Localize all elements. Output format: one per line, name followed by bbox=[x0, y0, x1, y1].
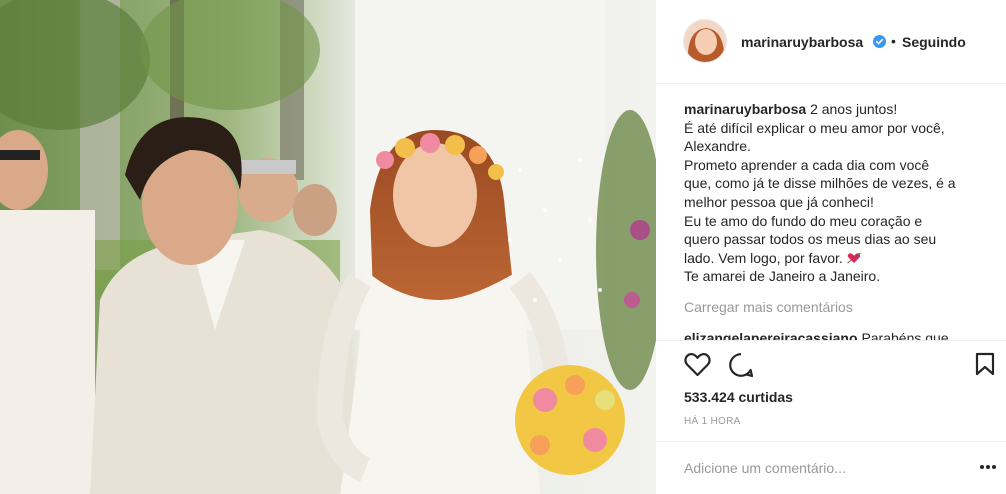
wedding-photo-illustration bbox=[0, 0, 656, 494]
avatar[interactable] bbox=[683, 19, 727, 63]
caption-text-line: Prometo aprender a cada dia com você bbox=[684, 156, 930, 173]
post-header: marinaruybarbosa • Seguindo bbox=[656, 0, 1006, 84]
caption-text-line: lado. Vem logo, por favor. bbox=[684, 249, 843, 266]
caption-text-line: Alexandre. bbox=[684, 138, 751, 155]
caption-text-line: Eu te amo do fundo do meu coração e bbox=[684, 212, 923, 229]
caption-line-with-emoji: lado. Vem logo, por favor. bbox=[684, 249, 984, 268]
more-options-icon[interactable] bbox=[979, 464, 997, 470]
post-author-username[interactable]: marinaruybarbosa bbox=[741, 34, 863, 50]
avatar-image bbox=[684, 20, 726, 62]
caption-text-line: Te amarei de Janeiro a Janeiro. bbox=[684, 268, 881, 285]
load-more-comments-link[interactable]: Carregar mais comentários bbox=[684, 299, 853, 315]
caption-username[interactable]: marinaruybarbosa bbox=[684, 101, 806, 117]
following-button[interactable]: Seguindo bbox=[902, 34, 966, 50]
caption-first-line: marinaruybarbosa 2 anos juntos! bbox=[684, 100, 984, 119]
bookmark-icon[interactable] bbox=[975, 352, 995, 376]
post-timestamp[interactable]: HÁ 1 HORA bbox=[684, 416, 741, 427]
caption-text-line: que, como já te disse milhões de vezes, … bbox=[684, 175, 956, 192]
post-side-panel: marinaruybarbosa • Seguindo marinaruybar… bbox=[656, 0, 1006, 494]
add-comment-bar: Adicione um comentário... bbox=[656, 441, 1006, 494]
caption-text-line: quero passar todos os meus dias ao seu bbox=[684, 231, 937, 248]
heart-with-arrow-icon bbox=[846, 252, 861, 264]
caption-text-line: 2 anos juntos! bbox=[810, 101, 898, 117]
post-actions-bar bbox=[656, 340, 1006, 381]
verified-badge-icon bbox=[873, 35, 886, 48]
post-photo[interactable] bbox=[0, 0, 656, 494]
like-count[interactable]: 533.424 curtidas bbox=[684, 389, 793, 405]
caption-text-line: É até difícil explicar o meu amor por vo… bbox=[684, 119, 945, 136]
add-comment-input[interactable]: Adicione um comentário... bbox=[684, 460, 846, 476]
header-separator: • bbox=[891, 33, 896, 49]
heart-outline-icon[interactable] bbox=[684, 352, 711, 377]
caption-text-line: melhor pessoa que já conheci! bbox=[684, 193, 874, 210]
speech-bubble-icon[interactable] bbox=[728, 352, 754, 378]
caption: marinaruybarbosa 2 anos juntos! É até di… bbox=[684, 100, 984, 286]
